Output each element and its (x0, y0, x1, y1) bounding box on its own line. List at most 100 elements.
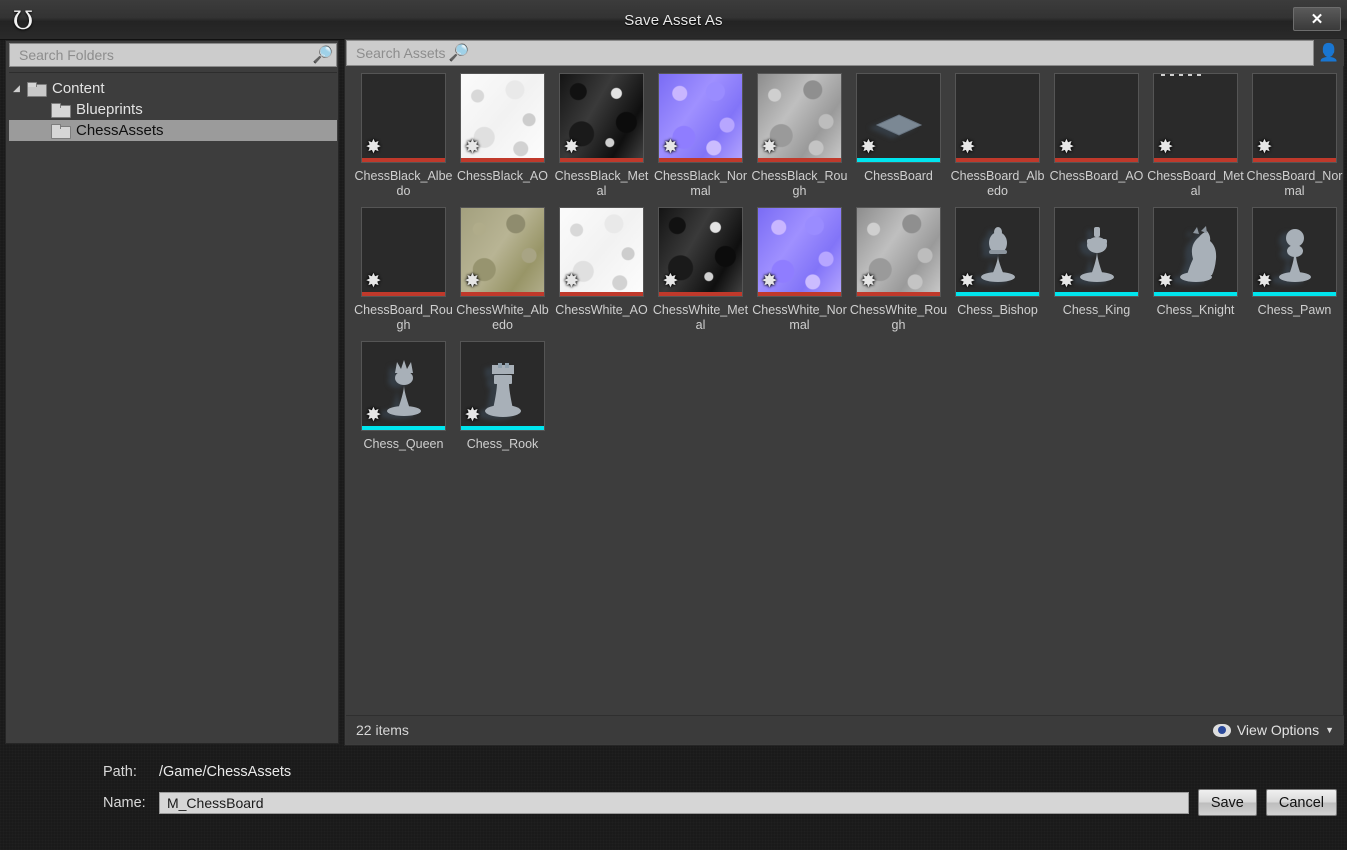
asset-type-color-strip (857, 292, 940, 296)
asset-tile[interactable]: ✸ ChessBlack_Normal (651, 73, 750, 199)
asset-thumbnail[interactable]: ✸ (658, 73, 743, 163)
asset-tile[interactable]: ✸ ChessBlack_AO (453, 73, 552, 199)
asset-label: ChessBlack_Albedo (354, 169, 453, 198)
asset-thumbnail[interactable]: ✸ (658, 207, 743, 297)
asset-type-color-strip (461, 292, 544, 296)
folder-search-input[interactable]: Search Folders (10, 47, 310, 63)
folder-tree: ◢ Content Blueprints ChessAssets (9, 72, 337, 740)
asset-type-badge-icon: ✸ (464, 137, 481, 158)
window-title: Save Asset As (624, 11, 723, 29)
asset-tile[interactable]: ✸ Chess_Knight (1146, 207, 1245, 333)
asset-tile[interactable]: ✸ Chess_Bishop (948, 207, 1047, 333)
asset-thumbnail[interactable]: ✸ (757, 207, 842, 297)
asset-type-badge-icon: ✸ (365, 405, 382, 426)
asset-tile[interactable]: ✸ ChessBlack_Metal (552, 73, 651, 199)
folder-search-bar[interactable]: Search Folders 🔍 (9, 43, 337, 67)
asset-thumbnail[interactable]: ✸ (361, 207, 446, 297)
asset-type-color-strip (659, 158, 742, 162)
folder-tree-item-label: Content (52, 80, 105, 97)
chess-piece-bishop-icon (972, 219, 1024, 288)
asset-thumbnail[interactable]: ✸ (1153, 73, 1238, 163)
chess-piece-rook-icon (477, 353, 529, 422)
save-button[interactable]: Save (1197, 789, 1257, 816)
chevron-down-icon[interactable]: ◢ (13, 83, 26, 94)
asset-type-badge-icon: ✸ (1157, 271, 1174, 292)
asset-label: ChessBoard_AO (1049, 169, 1144, 183)
asset-type-badge-icon: ✸ (1256, 137, 1273, 158)
asset-label: ChessBoard_Metal (1147, 169, 1244, 198)
asset-thumbnail[interactable]: ✸ (856, 73, 941, 163)
asset-thumbnail[interactable]: ✸ (1252, 207, 1337, 297)
close-window-button[interactable]: ✕ (1293, 7, 1341, 31)
user-icon[interactable]: 👤 (1314, 40, 1344, 66)
folder-tree-item-content[interactable]: ◢ Content (9, 78, 337, 99)
search-icon[interactable]: 🔍 (310, 44, 336, 66)
asset-tile[interactable]: ✸ ChessBoard_Metal (1146, 73, 1245, 199)
asset-thumbnail[interactable]: ✸ (460, 207, 545, 297)
asset-label: ChessBoard_Normal (1246, 169, 1343, 198)
folder-tree-item-chessassets[interactable]: ChessAssets (9, 120, 337, 141)
asset-label: ChessBlack_Metal (554, 169, 649, 198)
asset-label: ChessWhite_Albedo (456, 303, 549, 332)
asset-thumbnail[interactable]: ✸ (460, 73, 545, 163)
asset-tile[interactable]: ✸ ChessBoard (849, 73, 948, 199)
asset-thumbnail[interactable]: ✸ (955, 73, 1040, 163)
asset-thumbnail[interactable]: ✸ (361, 73, 446, 163)
asset-thumbnail[interactable]: ✸ (460, 341, 545, 431)
asset-label: ChessWhite_Metal (652, 303, 749, 332)
view-options-button[interactable]: View Options ▼ (1212, 722, 1334, 738)
asset-name-input[interactable] (158, 791, 1189, 814)
asset-tile[interactable]: ✸ ChessBoard_AO (1047, 73, 1146, 199)
asset-type-badge-icon: ✸ (563, 271, 580, 292)
asset-tile[interactable]: ✸ ChessWhite_Albedo (453, 207, 552, 333)
asset-tile[interactable]: ✸ ChessBoard_Rough (354, 207, 453, 333)
eye-icon (1212, 723, 1231, 737)
asset-type-badge-icon: ✸ (860, 137, 877, 158)
asset-tile[interactable]: ✸ Chess_Pawn (1245, 207, 1344, 333)
asset-thumbnail[interactable]: ✸ (1153, 207, 1238, 297)
asset-tile[interactable]: ✸ ChessBlack_Rough (750, 73, 849, 199)
asset-thumbnail[interactable]: ✸ (856, 207, 941, 297)
asset-tile[interactable]: ✸ ChessWhite_Normal (750, 207, 849, 333)
asset-search-box[interactable]: Search Assets 🔍 (346, 40, 1314, 66)
path-value: /Game/ChessAssets (159, 764, 292, 780)
asset-label: Chess_Knight (1156, 303, 1235, 317)
asset-thumbnail[interactable]: ✸ (559, 73, 644, 163)
asset-thumbnail[interactable]: ✸ (1054, 73, 1139, 163)
asset-tile[interactable]: ✸ ChessBoard_Albedo (948, 73, 1047, 199)
asset-label: Chess_Pawn (1257, 303, 1332, 317)
asset-tile[interactable]: ✸ Chess_Queen (354, 341, 453, 452)
asset-tile[interactable]: ✸ ChessWhite_Metal (651, 207, 750, 333)
window-title-bar: Ʊ Save Asset As ✕ (0, 0, 1347, 40)
asset-tile[interactable]: ✸ ChessWhite_Rough (849, 207, 948, 333)
path-label: Path: (103, 764, 137, 780)
asset-type-badge-icon: ✸ (1157, 137, 1174, 158)
folder-tree-item-blueprints[interactable]: Blueprints (9, 99, 337, 120)
cancel-button[interactable]: Cancel (1265, 789, 1337, 816)
asset-thumbnail[interactable]: ✸ (955, 207, 1040, 297)
asset-thumbnail[interactable]: ✸ (1054, 207, 1139, 297)
asset-thumbnail[interactable]: ✸ (361, 341, 446, 431)
asset-thumbnail[interactable]: ✸ (1252, 73, 1337, 163)
asset-label: Chess_Queen (363, 437, 444, 451)
asset-tile[interactable]: ✸ ChessWhite_AO (552, 207, 651, 333)
asset-tile[interactable]: ✸ ChessBoard_Normal (1245, 73, 1344, 199)
asset-type-badge-icon: ✸ (959, 271, 976, 292)
asset-label: ChessWhite_Rough (849, 303, 948, 332)
asset-thumbnail[interactable]: ✸ (757, 73, 842, 163)
asset-thumbnail[interactable]: ✸ (559, 207, 644, 297)
asset-tile[interactable]: ✸ Chess_King (1047, 207, 1146, 333)
asset-type-color-strip (1154, 158, 1237, 162)
asset-tile[interactable]: ✸ Chess_Rook (453, 341, 552, 452)
asset-type-color-strip (362, 292, 445, 296)
search-icon[interactable]: 🔍 (446, 42, 472, 64)
asset-type-color-strip (560, 292, 643, 296)
asset-type-color-strip (1055, 158, 1138, 162)
asset-type-badge-icon: ✸ (662, 271, 679, 292)
asset-tile[interactable]: ✸ ChessBlack_Albedo (354, 73, 453, 199)
name-label: Name: (103, 794, 146, 811)
asset-type-color-strip (758, 158, 841, 162)
asset-search-input[interactable]: Search Assets (347, 45, 446, 61)
asset-type-badge-icon: ✸ (365, 271, 382, 292)
asset-type-color-strip (956, 158, 1039, 162)
